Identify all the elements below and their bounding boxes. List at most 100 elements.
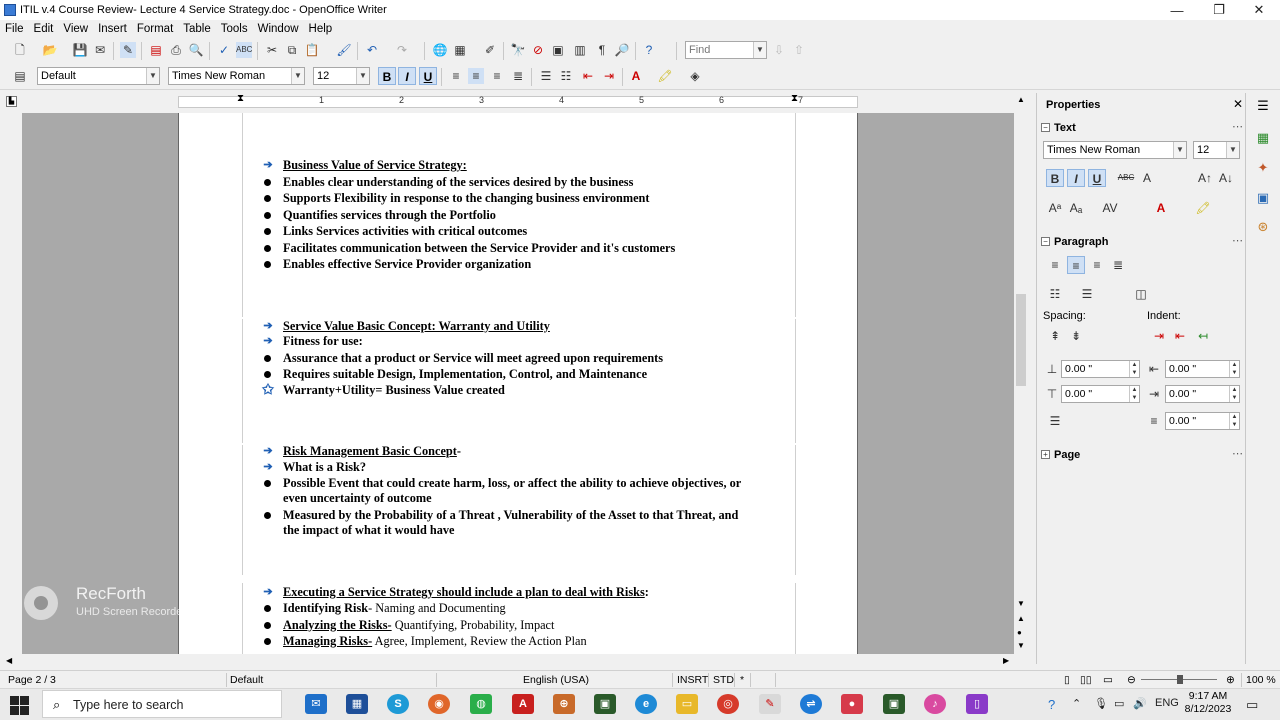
show-hidden-icons[interactable]: ⌃ — [1072, 697, 1081, 710]
first-line-indent-input[interactable]: 0.00 " ▲ ▼ — [1165, 412, 1240, 430]
right-indent-marker[interactable]: ⧗ — [791, 93, 798, 104]
indent-before-input[interactable]: 0.00 " ▲ ▼ — [1165, 360, 1240, 378]
volume-icon[interactable]: 🔊 — [1133, 697, 1147, 710]
chrome-icon[interactable]: ◎ — [717, 694, 739, 714]
close-window-button[interactable]: ✕ — [1239, 0, 1279, 20]
save-icon[interactable]: 💾 — [72, 42, 88, 58]
game-app-icon[interactable]: ▣ — [883, 694, 905, 714]
styles-formatting-icon[interactable]: ▤ — [12, 68, 28, 84]
formatting-marks-icon[interactable]: ¶ — [594, 42, 610, 58]
subscript-icon[interactable]: Aₐ — [1067, 199, 1085, 217]
edge-icon[interactable]: e — [635, 694, 657, 714]
collapse-text-icon[interactable]: − — [1041, 123, 1050, 132]
copy-icon[interactable]: ⧉ — [284, 42, 300, 58]
terminal-icon[interactable]: ▣ — [594, 694, 616, 714]
print-preview-icon[interactable]: 🔍 — [188, 42, 204, 58]
strikethrough-icon[interactable]: ABC — [1117, 169, 1135, 187]
sync-app-icon[interactable]: ⇌ — [800, 694, 822, 714]
sidebar-underline-button[interactable]: U — [1088, 169, 1106, 187]
hyperlink-icon[interactable]: 🌐 — [432, 42, 448, 58]
more-options-icon[interactable]: ⋯ — [1232, 234, 1243, 247]
collapse-paragraph-icon[interactable]: − — [1041, 237, 1050, 246]
paragraph-style-select[interactable]: Default ▼ — [37, 67, 160, 85]
zoom-out-icon[interactable]: ⊖ — [1127, 674, 1136, 686]
single-page-view-icon[interactable]: ▯ — [1064, 674, 1070, 686]
gallery-deck-icon[interactable]: ▣ — [1255, 190, 1271, 206]
scroll-down-icon[interactable]: ▼ — [1017, 599, 1025, 608]
chevron-down-icon[interactable]: ▼ — [1173, 142, 1186, 158]
spacing-below-input[interactable]: 0.00 " ▲ ▼ — [1061, 385, 1140, 403]
new-document-icon[interactable]: 🗋 — [12, 42, 28, 58]
italic-button[interactable]: I — [398, 67, 416, 85]
chevron-down-icon[interactable]: ▼ — [291, 68, 304, 84]
menu-file[interactable]: File — [0, 23, 29, 35]
help-tray-icon[interactable]: ? — [1048, 697, 1055, 712]
close-sidebar-icon[interactable]: ✕ — [1233, 97, 1243, 111]
spellcheck-icon[interactable]: ✓ — [216, 42, 232, 58]
undo-icon[interactable]: ↶ — [364, 42, 380, 58]
acrobat-icon[interactable]: A — [512, 694, 534, 714]
sidebar-numbering-icon[interactable]: ☰ — [1078, 285, 1096, 303]
increase-spacing-icon[interactable]: ⇞ — [1046, 327, 1064, 345]
sidebar-font-size-select[interactable]: 12 ▼ — [1193, 141, 1240, 159]
zoom-icon[interactable]: 🔎 — [614, 42, 630, 58]
page-style[interactable]: Default — [230, 674, 263, 686]
sidebar-highlight-icon[interactable]: 🖍 — [1194, 199, 1212, 217]
network-icon[interactable]: ▭ — [1114, 697, 1124, 710]
properties-deck-icon[interactable]: ▦ — [1255, 130, 1271, 146]
character-spacing-icon[interactable]: AV — [1101, 199, 1119, 217]
chevron-down-icon[interactable]: ▼ — [356, 68, 369, 84]
expand-page-icon[interactable]: + — [1041, 450, 1050, 459]
previous-page-icon[interactable]: ▲ — [1017, 614, 1025, 623]
menu-edit[interactable]: Edit — [29, 23, 59, 35]
drawing-app-icon[interactable]: ✎ — [759, 694, 781, 714]
format-paintbrush-icon[interactable]: 🖌 — [336, 42, 352, 58]
firefox-icon[interactable]: ◉ — [428, 694, 450, 714]
insert-mode[interactable]: INSRT — [677, 674, 708, 686]
sidebar-font-name-select[interactable]: Times New Roman ▼ — [1043, 141, 1187, 159]
find-replace-icon[interactable]: 🔭 — [510, 42, 526, 58]
paragraph-background-icon[interactable]: ◫ — [1132, 285, 1150, 303]
find-next-icon[interactable]: ⇩ — [771, 42, 787, 58]
font-size-select[interactable]: 12 ▼ — [313, 67, 370, 85]
navigation-icon[interactable]: ● — [1017, 628, 1022, 637]
document-area[interactable]: ➔ Business Value of Service Strategy: Ena… — [22, 113, 1014, 654]
email-icon[interactable]: ✉ — [92, 42, 108, 58]
background-color-icon[interactable]: ◈ — [687, 68, 703, 84]
line-spacing-icon[interactable]: ☰ — [1046, 412, 1064, 430]
skype-icon[interactable]: S — [387, 694, 409, 714]
redo-icon[interactable]: ↷ — [394, 42, 410, 58]
book-view-icon[interactable]: ▭ — [1103, 674, 1113, 686]
highlighting-icon[interactable]: 🖍 — [657, 68, 673, 84]
wechat-icon[interactable]: ◍ — [470, 694, 492, 714]
zoom-slider-thumb[interactable] — [1177, 675, 1183, 684]
menu-tools[interactable]: Tools — [216, 23, 253, 35]
calculator-icon[interactable]: ▦ — [346, 694, 368, 714]
app-icon[interactable]: ⊕ — [553, 694, 575, 714]
hanging-indent-icon[interactable]: ↤ — [1194, 327, 1212, 345]
sidebar-bullets-icon[interactable]: ☷ — [1046, 285, 1064, 303]
spin-arrows-icon[interactable]: ▲ ▼ — [1129, 386, 1139, 402]
sidebar-align-right-icon[interactable]: ≡ — [1088, 256, 1106, 274]
chevron-down-icon[interactable]: ▼ — [1226, 142, 1239, 158]
itunes-icon[interactable]: ♪ — [924, 694, 946, 714]
scroll-left-icon[interactable]: ◀ — [6, 656, 12, 665]
sidebar-align-left-icon[interactable]: ≡ — [1046, 256, 1064, 274]
menu-insert[interactable]: Insert — [93, 23, 132, 35]
zoom-level[interactable]: 100 % — [1246, 674, 1276, 686]
show-draw-functions-icon[interactable]: ✐ — [482, 42, 498, 58]
multi-page-view-icon[interactable]: ▯▯ — [1080, 674, 1092, 686]
sidebar-increase-indent-icon[interactable]: ⇥ — [1150, 327, 1168, 345]
increase-indent-icon[interactable]: ⇥ — [601, 68, 617, 84]
autospellcheck-icon[interactable]: ABC — [236, 42, 252, 58]
sidebar-bold-button[interactable]: B — [1046, 169, 1064, 187]
open-folder-icon[interactable]: 📂 — [42, 42, 58, 58]
decrease-indent-icon[interactable]: ⇤ — [580, 68, 596, 84]
justify-icon[interactable]: ≣ — [510, 68, 526, 84]
align-left-icon[interactable]: ≡ — [448, 68, 464, 84]
horizontal-scrollbar[interactable]: ◀ ▶ — [0, 654, 1030, 670]
numbering-icon[interactable]: ☰ — [538, 68, 554, 84]
print-icon[interactable]: ⎙ — [168, 42, 184, 58]
sidebar-italic-button[interactable]: I — [1067, 169, 1085, 187]
edit-mode-icon[interactable]: ✎ — [120, 42, 136, 58]
